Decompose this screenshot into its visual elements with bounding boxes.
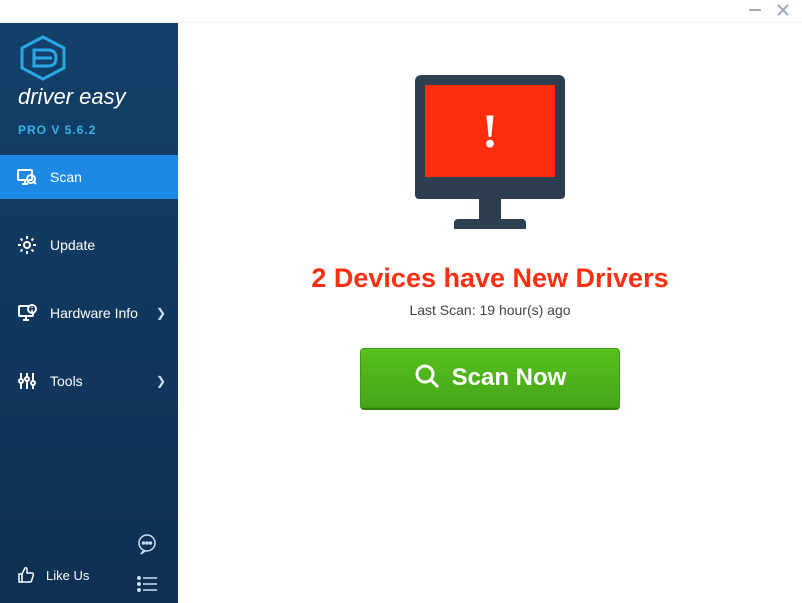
sidebar: driver easy PRO V 5.6.2 Sca xyxy=(0,23,178,603)
minimize-button[interactable] xyxy=(748,3,762,19)
sidebar-nav: Scan Update xyxy=(0,155,178,427)
chevron-right-icon: ❯ xyxy=(156,306,166,320)
sidebar-item-label: Hardware Info xyxy=(50,305,138,321)
monitor-alert-icon: ! xyxy=(415,75,565,229)
version-label: PRO V 5.6.2 xyxy=(18,123,178,137)
svg-text:driver easy: driver easy xyxy=(18,85,128,109)
app-body: driver easy PRO V 5.6.2 Sca xyxy=(0,22,802,603)
hardware-info-icon xyxy=(16,302,38,324)
search-icon xyxy=(414,363,440,394)
sidebar-item-update[interactable]: Update xyxy=(0,223,178,267)
tools-icon xyxy=(16,370,38,392)
alert-mark: ! xyxy=(482,104,498,159)
sidebar-item-label: Tools xyxy=(50,373,83,389)
chevron-right-icon: ❯ xyxy=(156,374,166,388)
sidebar-item-hardware-info[interactable]: Hardware Info ❯ xyxy=(0,291,178,335)
sidebar-item-label: Scan xyxy=(50,169,82,185)
sidebar-item-tools[interactable]: Tools ❯ xyxy=(0,359,178,403)
main-area: ! 2 Devices have New Drivers Last Scan: … xyxy=(178,23,802,603)
feedback-icon[interactable] xyxy=(136,533,158,555)
titlebar xyxy=(0,0,802,22)
like-us-label: Like Us xyxy=(46,568,89,583)
status-headline: 2 Devices have New Drivers xyxy=(311,263,668,294)
sidebar-like-us[interactable]: Like Us xyxy=(0,555,178,595)
last-scan-label: Last Scan: 19 hour(s) ago xyxy=(409,302,570,318)
scan-now-label: Scan Now xyxy=(452,364,567,392)
app-window: driver easy PRO V 5.6.2 Sca xyxy=(0,0,802,603)
thumb-up-icon xyxy=(16,565,36,585)
scan-now-button[interactable]: Scan Now xyxy=(360,348,620,408)
sidebar-item-label: Update xyxy=(50,237,95,253)
close-button[interactable] xyxy=(776,3,790,19)
sidebar-item-scan[interactable]: Scan xyxy=(0,155,178,199)
app-logo: driver easy xyxy=(0,23,178,119)
scan-icon xyxy=(16,166,38,188)
gear-icon xyxy=(16,234,38,256)
